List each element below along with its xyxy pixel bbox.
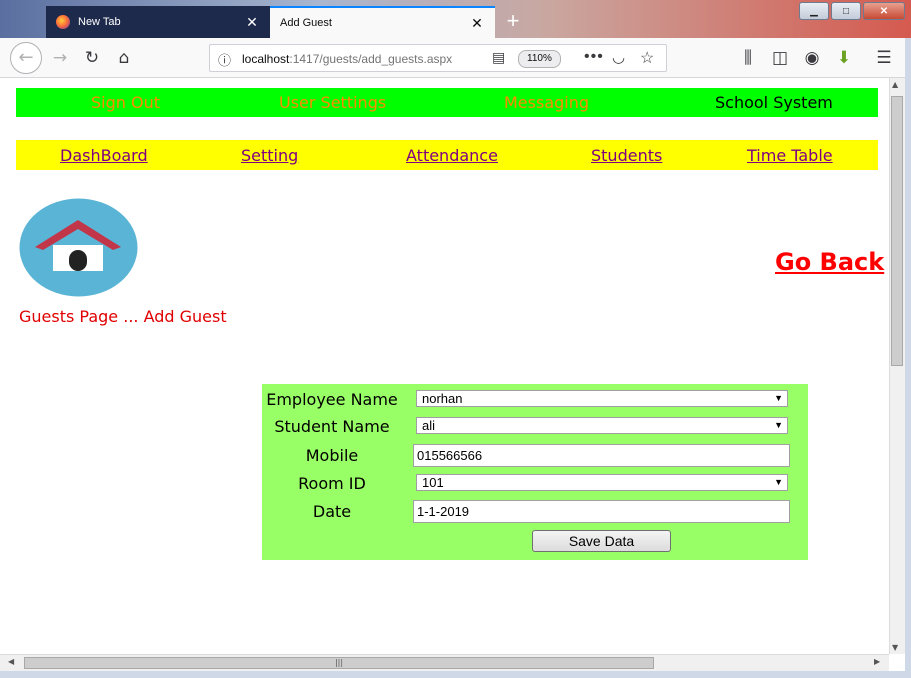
tab-title: New Tab	[78, 16, 121, 28]
sign-out-link[interactable]: Sign Out	[91, 93, 160, 112]
mobile-label: Mobile	[305, 446, 359, 465]
nav-time-table-link[interactable]: Time Table	[747, 146, 833, 165]
site-info-icon[interactable]: ⓘ	[218, 50, 231, 69]
page-actions-icon[interactable]: •••	[584, 48, 604, 66]
home-icon: ⌂	[118, 48, 130, 68]
main-nav-bar: DashBoard Setting Attendance Students Ti…	[16, 140, 878, 170]
vertical-scroll-thumb[interactable]	[891, 96, 903, 366]
employee-name-value: norhan	[422, 391, 463, 406]
pocket-icon[interactable]: ◡	[612, 48, 625, 66]
sidebar-icon[interactable]: ◫	[768, 46, 792, 70]
reload-icon: ↻	[84, 48, 100, 68]
home-button[interactable]: ⌂	[112, 46, 136, 70]
room-id-value: 101	[422, 475, 444, 490]
student-name-label: Student Name	[274, 417, 390, 436]
tab-new-tab[interactable]: New Tab ✕	[46, 6, 270, 38]
messaging-link[interactable]: Messaging	[504, 93, 589, 112]
url-text[interactable]: localhost:1417/guests/add_guests.aspx	[242, 52, 452, 66]
vertical-scrollbar[interactable]: ▲ ▼	[889, 78, 905, 654]
tab-title: Add Guest	[280, 17, 332, 29]
close-tab-icon[interactable]: ✕	[469, 15, 485, 32]
account-icon[interactable]: ◉	[800, 46, 824, 70]
close-window-button[interactable]: ✕	[863, 2, 905, 20]
url-path: :1417/guests/add_guests.aspx	[289, 52, 453, 66]
chevron-down-icon: ▼	[774, 420, 783, 430]
window-titlebar: New Tab ✕ Add Guest ✕ + ▁ □ ✕	[0, 0, 911, 38]
url-host: localhost	[242, 52, 290, 66]
scroll-down-icon[interactable]: ▼	[892, 643, 898, 652]
back-button[interactable]: ←	[10, 42, 42, 74]
forward-button[interactable]: →	[48, 46, 72, 70]
tab-add-guest[interactable]: Add Guest ✕	[270, 6, 495, 38]
close-tab-icon[interactable]: ✕	[244, 14, 260, 31]
employee-name-label: Employee Name	[266, 390, 398, 409]
top-nav-bar: Sign Out User Settings Messaging School …	[16, 88, 878, 117]
student-name-select[interactable]: ali ▼	[416, 417, 788, 434]
date-label: Date	[312, 502, 352, 521]
user-settings-link[interactable]: User Settings	[279, 93, 386, 112]
mobile-input[interactable]: 015566566	[413, 444, 790, 467]
menu-icon[interactable]: ☰	[872, 46, 896, 70]
add-guest-form: Employee Name norhan ▼ Student Name ali …	[262, 384, 808, 560]
url-bar[interactable]: ⓘ localhost:1417/guests/add_guests.aspx …	[209, 44, 667, 72]
save-data-button[interactable]: Save Data	[532, 530, 671, 552]
reload-button[interactable]: ↻	[80, 46, 104, 70]
nav-setting-link[interactable]: Setting	[241, 146, 298, 165]
new-tab-button[interactable]: +	[502, 8, 524, 34]
window-border-bottom	[0, 671, 911, 678]
arrow-left-icon: ←	[18, 47, 34, 68]
system-name: School System	[715, 93, 833, 112]
page-title: Guests Page ... Add Guest	[19, 307, 227, 326]
scroll-right-icon[interactable]: ▶	[874, 657, 880, 666]
firefox-icon	[56, 15, 70, 29]
maximize-button[interactable]: □	[831, 2, 861, 20]
window-border-right	[905, 38, 911, 678]
chevron-down-icon: ▼	[774, 477, 783, 487]
home-logo-icon[interactable]	[19, 198, 138, 297]
reader-view-icon[interactable]: ▤	[492, 49, 505, 66]
nav-students-link[interactable]: Students	[591, 146, 662, 165]
arrow-right-icon: →	[52, 48, 68, 68]
date-input[interactable]: 1-1-2019	[413, 500, 790, 523]
bookmark-star-icon[interactable]: ☆	[640, 48, 654, 68]
minimize-button[interactable]: ▁	[799, 2, 829, 20]
library-icon[interactable]: ⫼	[736, 46, 760, 70]
nav-attendance-link[interactable]: Attendance	[406, 146, 498, 165]
horizontal-scroll-thumb[interactable]: |||	[24, 657, 654, 669]
horizontal-scrollbar[interactable]: ◀ ||| ▶	[0, 654, 889, 671]
employee-name-select[interactable]: norhan ▼	[416, 390, 788, 407]
chevron-down-icon: ▼	[774, 393, 783, 403]
student-name-value: ali	[422, 418, 436, 433]
go-back-link[interactable]: Go Back	[775, 248, 884, 276]
nav-dashboard-link[interactable]: DashBoard	[60, 146, 148, 165]
room-id-label: Room ID	[298, 474, 366, 493]
scroll-left-icon[interactable]: ◀	[8, 657, 14, 666]
page-viewport: Sign Out User Settings Messaging School …	[0, 78, 889, 654]
download-icon[interactable]: ⬇	[832, 46, 856, 70]
room-id-select[interactable]: 101 ▼	[416, 474, 788, 491]
browser-toolbar: ← → ↻ ⌂ ⓘ localhost:1417/guests/add_gues…	[0, 38, 911, 78]
window-controls: ▁ □ ✕	[797, 2, 905, 20]
zoom-level-badge[interactable]: 110%	[518, 50, 561, 68]
scroll-up-icon[interactable]: ▲	[892, 80, 898, 89]
